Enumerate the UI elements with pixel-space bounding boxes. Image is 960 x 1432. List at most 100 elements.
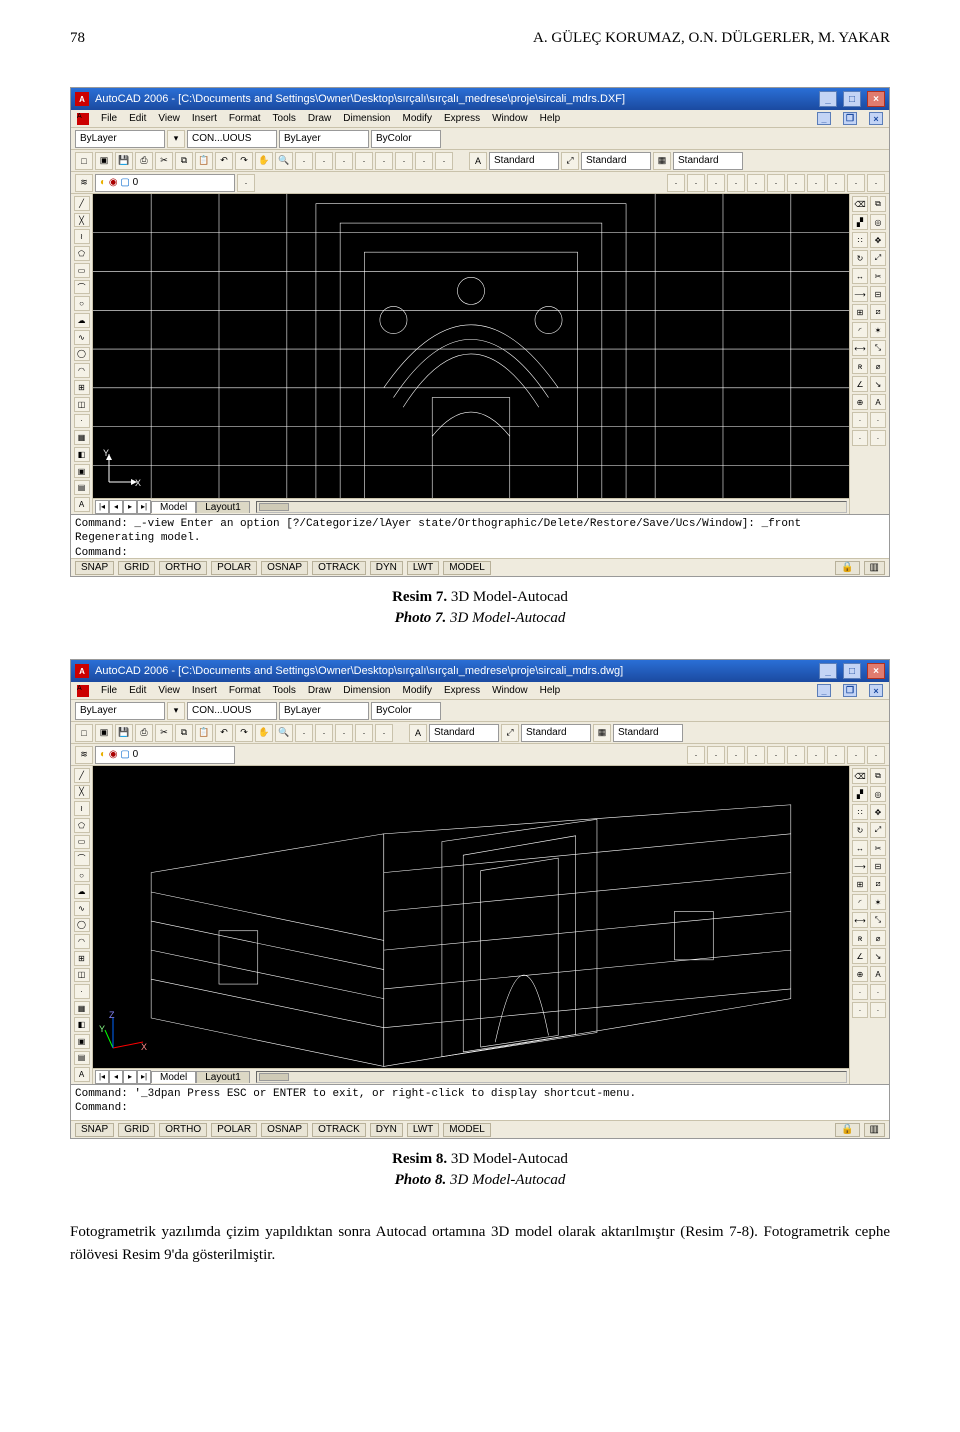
menu-format[interactable]: Format [229,685,261,696]
dim-radius-icon[interactable]: ʀ [852,930,868,946]
dimstyle-icon[interactable]: ⤢ [561,152,579,170]
plotstyle-control[interactable]: ByColor [371,130,441,148]
trim-icon[interactable]: ✂ [870,840,886,856]
dim-aligned-icon[interactable]: ⤡ [870,912,886,928]
polygon-icon[interactable]: ⬠ [74,246,90,261]
toolbar-button[interactable]: · [827,174,845,192]
redo-icon[interactable]: ↷ [235,724,253,742]
new-icon[interactable]: □ [75,152,93,170]
status-lwt[interactable]: LWT [407,561,439,575]
dim-angular-icon[interactable]: ∠ [852,948,868,964]
menu-help[interactable]: Help [540,685,561,696]
toolbar-button[interactable]: · [375,724,393,742]
textstyle-control[interactable]: Standard [489,152,559,170]
spline-icon[interactable]: ∿ [74,901,90,916]
status-dyn[interactable]: DYN [370,561,403,575]
textstyle-control[interactable]: Standard [429,724,499,742]
status-osnap[interactable]: OSNAP [261,561,308,575]
menu-help[interactable]: Help [540,113,561,124]
tolerance-icon[interactable]: ⊕ [852,966,868,982]
gradient-icon[interactable]: ◧ [74,1017,90,1032]
toolbar-button[interactable]: · [787,746,805,764]
menu-file[interactable]: File [101,685,117,696]
toolbar-button[interactable]: · [767,174,785,192]
mdi-close-button[interactable]: × [869,112,883,125]
toolbar-button[interactable]: · [867,174,885,192]
toolbar-button[interactable]: · [807,174,825,192]
status-ortho[interactable]: ORTHO [159,1123,207,1137]
toolbar-button[interactable]: · [667,174,685,192]
toolbar-button[interactable]: · [355,724,373,742]
layer-manager-icon[interactable]: ≋ [75,746,93,764]
tab-model[interactable]: Model [151,1071,196,1083]
toolbar-button[interactable]: · [375,152,393,170]
menu-view[interactable]: View [158,685,180,696]
menu-tools[interactable]: Tools [273,685,296,696]
open-icon[interactable]: ▣ [95,724,113,742]
trim-icon[interactable]: ✂ [870,268,886,284]
layer-control[interactable]: ◐ ◉ ▢ 0 [95,746,235,764]
toolbar-button[interactable]: · [687,746,705,764]
copy-icon[interactable]: ⧉ [175,152,193,170]
status-grid[interactable]: GRID [118,1123,155,1137]
chamfer-icon[interactable]: ⧄ [870,876,886,892]
table-icon[interactable]: ▤ [74,1051,90,1066]
toolbar-button[interactable]: · [335,724,353,742]
toolbar-button[interactable]: · [870,430,886,446]
horizontal-scrollbar[interactable] [256,1071,847,1083]
paste-icon[interactable]: 📋 [195,724,213,742]
plot-icon[interactable]: ⎙ [135,152,153,170]
status-tray-icon[interactable]: ▥ [864,1123,885,1137]
join-icon[interactable]: ⊞ [852,304,868,320]
minimize-button[interactable]: _ [819,663,837,679]
leader-icon[interactable]: ↘ [870,948,886,964]
lineweight-control[interactable]: ByLayer [279,130,369,148]
mdi-restore-button[interactable]: ❐ [843,684,857,697]
spline-icon[interactable]: ∿ [74,330,90,345]
lineweight-control[interactable]: ByLayer [279,702,369,720]
tab-prev-icon[interactable]: ◂ [109,500,123,514]
menu-express[interactable]: Express [444,685,480,696]
status-model[interactable]: MODEL [443,1123,491,1137]
status-osnap[interactable]: OSNAP [261,1123,308,1137]
toolbar-button[interactable]: · [870,412,886,428]
menu-modify[interactable]: Modify [403,113,432,124]
undo-icon[interactable]: ↶ [215,724,233,742]
menu-insert[interactable]: Insert [192,685,217,696]
erase-icon[interactable]: ⌫ [852,196,868,212]
explode-icon[interactable]: ✶ [870,894,886,910]
toolbar-button[interactable]: · [852,412,868,428]
ellipsearc-icon[interactable]: ◠ [74,363,90,378]
status-polar[interactable]: POLAR [211,1123,257,1137]
arc-icon[interactable]: ⌒ [74,851,90,866]
zoom-icon[interactable]: 🔍 [275,724,293,742]
join-icon[interactable]: ⊞ [852,876,868,892]
menu-window[interactable]: Window [492,113,528,124]
toolbar-button[interactable]: · [237,174,255,192]
status-ortho[interactable]: ORTHO [159,561,207,575]
menu-edit[interactable]: Edit [129,685,146,696]
point-icon[interactable]: · [74,984,90,999]
toolbar-button[interactable]: · [852,1002,868,1018]
minimize-button[interactable]: _ [819,91,837,107]
close-button[interactable]: × [867,663,885,679]
tolerance-icon[interactable]: ⊕ [852,394,868,410]
cut-icon[interactable]: ✂ [155,152,173,170]
block-icon[interactable]: ◫ [74,968,90,983]
extend-icon[interactable]: ⟶ [852,286,868,302]
break-icon[interactable]: ⊟ [870,858,886,874]
linetype-control[interactable]: CON...UOUS [187,702,277,720]
layer-manager-icon[interactable]: ≋ [75,174,93,192]
redo-icon[interactable]: ↷ [235,152,253,170]
dimstyle-icon[interactable]: A [409,724,427,742]
maximize-button[interactable]: □ [843,91,861,107]
plot-icon[interactable]: ⎙ [135,724,153,742]
status-otrack[interactable]: OTRACK [312,1123,366,1137]
tab-last-icon[interactable]: ▸| [137,500,151,514]
status-tray-icon[interactable]: 🔒 [835,1123,859,1137]
offset-icon[interactable]: ◎ [870,214,886,230]
erase-icon[interactable]: ⌫ [852,768,868,784]
toolbar-button[interactable]: · [727,746,745,764]
dimstyle-icon[interactable]: ⤢ [501,724,519,742]
toolbar-button[interactable]: ▾ [167,130,185,148]
